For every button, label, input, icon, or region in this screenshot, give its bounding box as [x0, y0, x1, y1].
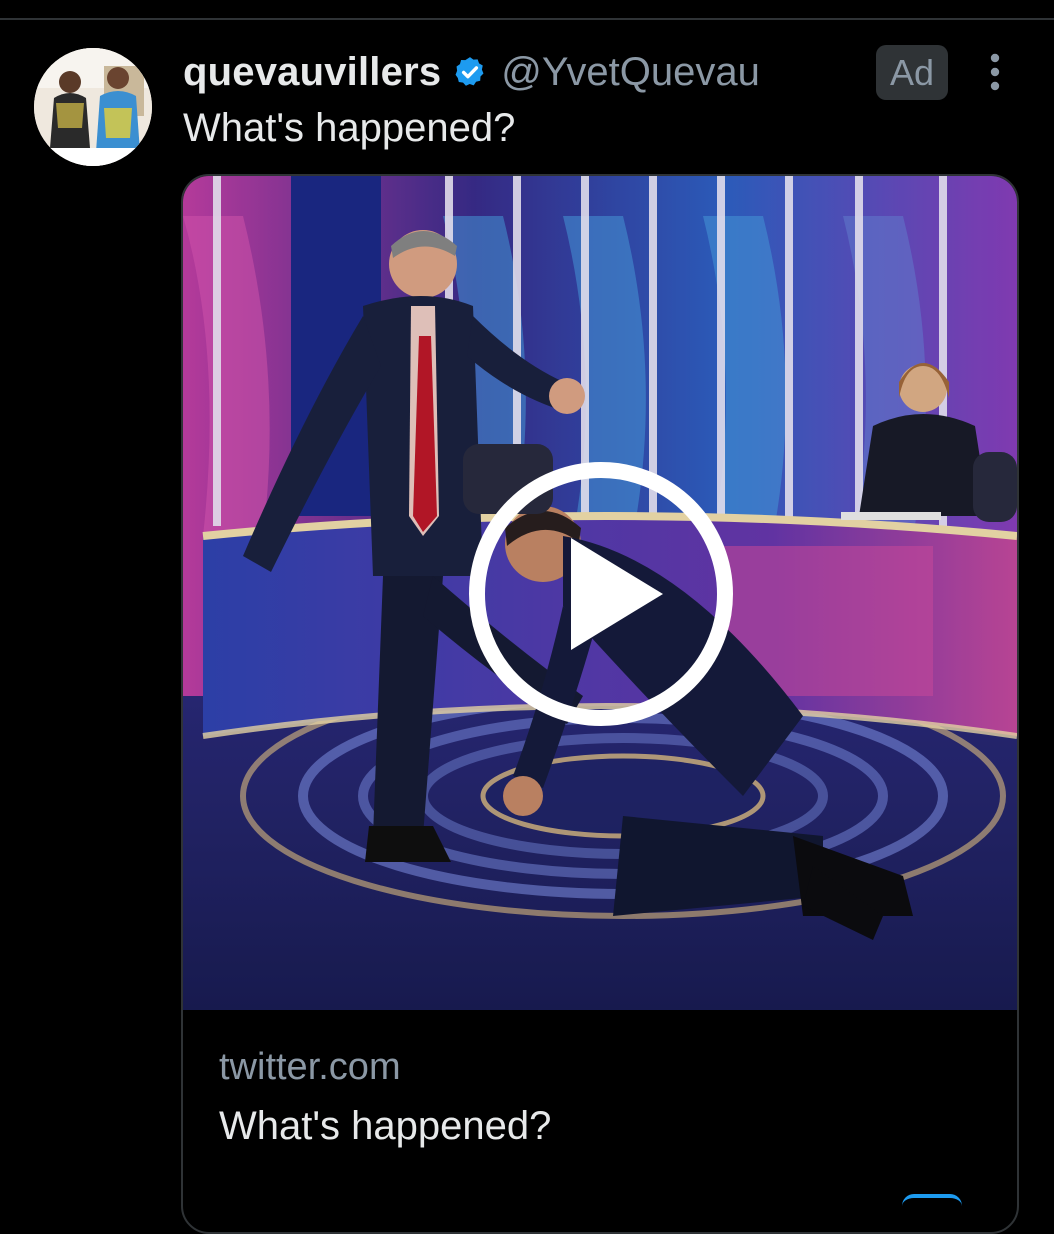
link-card[interactable]: twitter.com What's happened?	[181, 174, 1019, 1234]
tweet-header: quevauvillers @YvetQuevau	[183, 44, 760, 100]
avatar[interactable]	[34, 48, 152, 166]
avatar-photo	[34, 48, 152, 166]
verified-badge-icon	[453, 55, 487, 89]
video-thumbnail[interactable]	[183, 176, 1017, 1010]
display-name[interactable]: quevauvillers	[183, 50, 441, 95]
more-vertical-icon[interactable]	[982, 52, 1008, 92]
user-handle[interactable]: @YvetQuevau	[501, 50, 760, 95]
card-domain: twitter.com	[219, 1046, 401, 1088]
scroll-indicator	[902, 1194, 962, 1206]
tweet-text: What's happened?	[183, 106, 516, 150]
top-divider	[0, 18, 1054, 20]
play-button[interactable]	[467, 460, 735, 728]
play-icon	[469, 462, 733, 726]
card-title[interactable]: What's happened?	[219, 1104, 551, 1149]
ad-badge: Ad	[876, 45, 948, 100]
